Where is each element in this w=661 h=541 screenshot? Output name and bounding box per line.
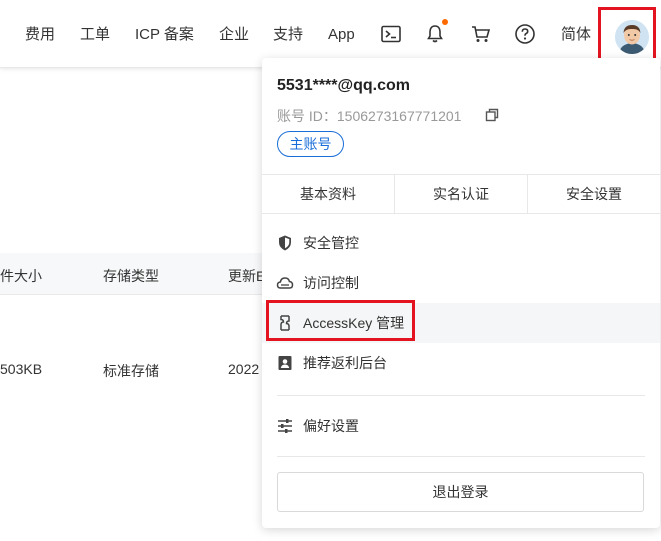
nav-enterprise[interactable]: 企业 <box>219 24 249 46</box>
account-dropdown: 5531****@qq.com 账号 ID：1506273167771201 主… <box>262 58 660 528</box>
menu-label: 偏好设置 <box>303 418 359 434</box>
nav-icp-filing[interactable]: ICP 备案 <box>135 24 194 46</box>
menu-divider <box>277 395 645 396</box>
notification-dot <box>442 19 448 25</box>
column-header-size: 件大小 <box>0 268 42 284</box>
tab-security-settings[interactable]: 安全设置 <box>528 175 660 213</box>
menu-item-rebate-backend[interactable]: 推荐返利后台 <box>262 343 660 383</box>
menu-item-access-control[interactable]: 访问控制 <box>262 263 660 303</box>
nav-billing[interactable]: 费用 <box>25 24 55 46</box>
menu-label: 推荐返利后台 <box>303 355 387 371</box>
account-email: 5531****@qq.com <box>277 77 410 94</box>
tab-real-name-auth[interactable]: 实名认证 <box>395 175 528 213</box>
logout-button[interactable]: 退出登录 <box>277 472 644 512</box>
avatar-button[interactable] <box>598 7 656 63</box>
key-icon <box>276 314 294 332</box>
cloud-icon <box>276 274 294 292</box>
menu-label: 访问控制 <box>303 275 359 291</box>
tab-basic-info[interactable]: 基本资料 <box>262 175 395 213</box>
column-header-updated: 更新E <box>228 268 266 284</box>
menu-item-preferences[interactable]: 偏好设置 <box>262 406 660 446</box>
file-table: 件大小 存储类型 更新E 503KB 标准存储 2022 <box>0 240 266 400</box>
table-cell-storage-type: 标准存储 <box>103 363 159 379</box>
menu-label: AccessKey 管理 <box>303 315 405 331</box>
menu-label: 安全管控 <box>303 235 359 251</box>
rebate-icon <box>276 354 294 372</box>
menu-divider <box>277 456 645 457</box>
language-switch[interactable]: 简体 <box>561 24 591 46</box>
account-tabs: 基本资料 实名认证 安全设置 <box>262 174 660 214</box>
nav-ticket[interactable]: 工单 <box>80 24 110 46</box>
bell-icon[interactable] <box>424 23 446 45</box>
main-account-badge: 主账号 <box>277 131 344 157</box>
copy-icon[interactable] <box>484 107 500 123</box>
avatar <box>615 20 649 54</box>
terminal-icon[interactable] <box>380 23 402 45</box>
column-header-storage-type: 存储类型 <box>103 268 159 284</box>
menu-item-security-control[interactable]: 安全管控 <box>262 223 660 263</box>
help-icon[interactable] <box>514 23 536 45</box>
table-cell-updated: 2022 <box>228 361 260 377</box>
shield-icon <box>276 234 294 252</box>
cart-icon[interactable] <box>470 23 492 45</box>
sliders-icon <box>276 417 294 435</box>
nav-app[interactable]: App <box>328 24 355 46</box>
table-cell-size: 503KB <box>0 361 43 377</box>
account-id: 账号 ID：1506273167771201 <box>277 108 462 124</box>
menu-item-accesskey-management[interactable]: AccessKey 管理 <box>262 303 660 343</box>
nav-support[interactable]: 支持 <box>273 24 303 46</box>
